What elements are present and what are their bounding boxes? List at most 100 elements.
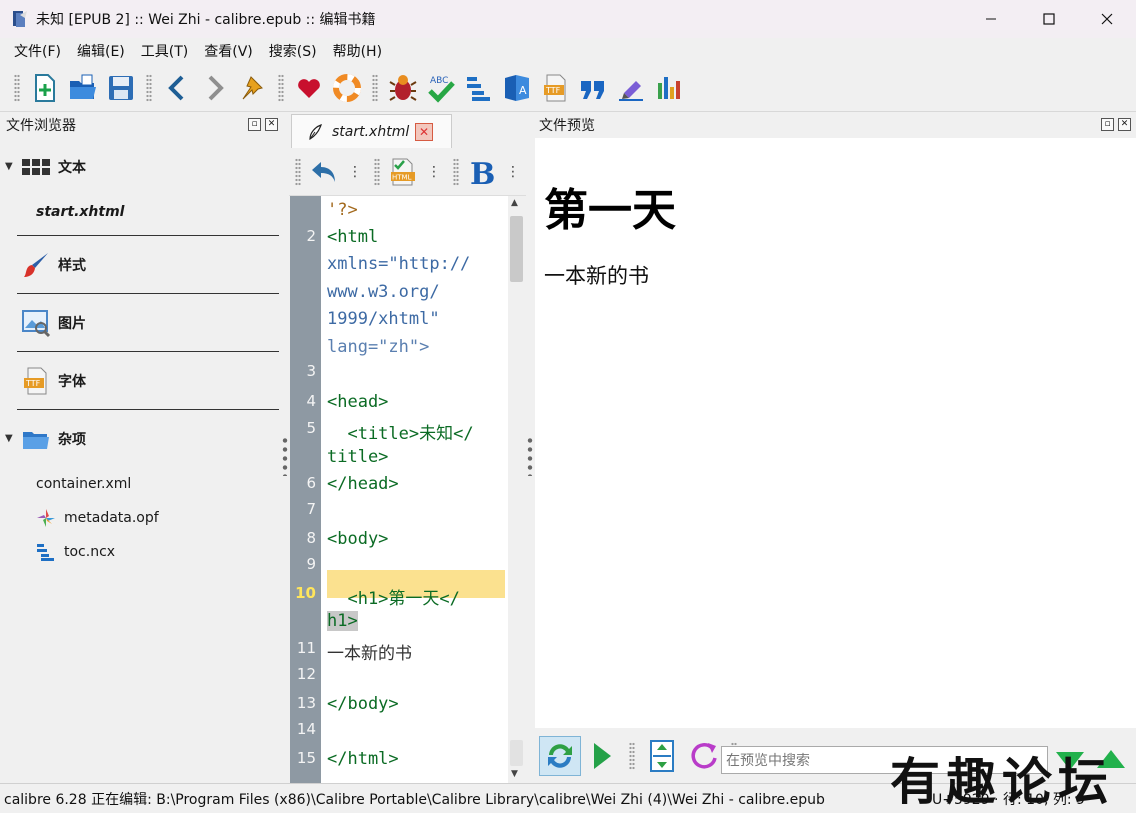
- file-browser-title: 文件浏览器: [6, 118, 76, 134]
- translate-button[interactable]: A: [498, 68, 536, 108]
- toolbar-grip[interactable]: [278, 73, 284, 102]
- split-view-button[interactable]: [641, 736, 683, 776]
- code-line: h1>: [327, 611, 358, 631]
- menu-tools[interactable]: 工具(T): [133, 41, 196, 61]
- tab-close-button[interactable]: ✕: [415, 122, 433, 141]
- fonts-button[interactable]: TTF: [536, 68, 574, 108]
- category-images[interactable]: 图片: [0, 294, 283, 351]
- file-preview-title: 文件预览: [539, 118, 595, 134]
- play-auto-reload-icon: [594, 742, 611, 769]
- menu-search[interactable]: 搜索(S): [261, 41, 325, 61]
- code-line: 14: [296, 720, 316, 738]
- html-check-icon: HTML: [391, 158, 416, 185]
- menu-edit[interactable]: 编辑(E): [69, 41, 133, 61]
- refresh-sync-icon: [548, 743, 572, 768]
- toolbar-grip[interactable]: [295, 157, 301, 186]
- edit-metadata-icon: [619, 80, 643, 101]
- code-line: 8 <body>: [306, 529, 389, 549]
- spell-check-button[interactable]: ABC: [422, 68, 460, 108]
- menu-view[interactable]: 查看(V): [196, 41, 261, 61]
- code-editor[interactable]: '?> 2 <html xmlns="http:// www.w3.org/ 1…: [290, 196, 508, 783]
- back-icon: [168, 75, 184, 100]
- toolbar-overflow-icon[interactable]: ⋮: [506, 164, 520, 180]
- images-icon: [22, 309, 51, 337]
- category-text[interactable]: ▼ 文本: [0, 138, 283, 195]
- preview-content[interactable]: 第一天 一本新的书: [535, 138, 1136, 728]
- reload-preview-button[interactable]: [683, 736, 725, 776]
- toc-button[interactable]: [460, 68, 498, 108]
- svg-text:TTF: TTF: [545, 86, 561, 95]
- menu-file[interactable]: 文件(F): [6, 41, 69, 61]
- toolbar-grip[interactable]: [629, 741, 635, 770]
- category-fonts[interactable]: TTF 字体: [0, 352, 283, 409]
- splitter-handle-right[interactable]: [527, 436, 533, 476]
- file-item-start-xhtml[interactable]: start.xhtml: [0, 195, 283, 229]
- scroll-down-arrow-icon[interactable]: ▼: [511, 769, 518, 779]
- float-panel-button[interactable]: ▫: [248, 118, 261, 131]
- toc-file-icon: [37, 544, 54, 561]
- code-line: '?>: [327, 200, 358, 220]
- styles-brush-icon: [24, 252, 48, 277]
- quotes-button[interactable]: [574, 68, 612, 108]
- reload-icon: [691, 742, 717, 768]
- toolbar-overflow-icon[interactable]: ⋮: [348, 164, 362, 180]
- float-panel-button[interactable]: ▫: [1101, 118, 1114, 131]
- code-line: 13 </body>: [296, 694, 399, 714]
- open-book-icon: [70, 74, 96, 99]
- scroll-up-arrow-icon[interactable]: ▲: [511, 198, 518, 208]
- auto-reload-button[interactable]: [581, 736, 623, 776]
- splitter-handle-left[interactable]: [282, 436, 288, 476]
- reports-button[interactable]: [650, 68, 688, 108]
- code-line: 11 一本新的书: [296, 639, 412, 664]
- category-misc[interactable]: ▼ 杂项: [0, 410, 283, 467]
- svg-text:A: A: [519, 84, 527, 97]
- html-check-button[interactable]: HTML: [386, 152, 421, 192]
- close-button[interactable]: [1078, 0, 1136, 38]
- toolbar-grip[interactable]: [14, 73, 20, 102]
- code-line: title>: [327, 447, 389, 467]
- check-book-button[interactable]: [384, 68, 422, 108]
- code-line: lang="zh">: [327, 337, 430, 357]
- maximize-button[interactable]: [1020, 0, 1078, 38]
- svg-text:ABC: ABC: [430, 76, 448, 86]
- help-button[interactable]: [328, 68, 366, 108]
- close-panel-button[interactable]: ✕: [1118, 118, 1131, 131]
- file-item-metadata-opf[interactable]: metadata.opf: [0, 501, 283, 535]
- forward-button[interactable]: [196, 68, 234, 108]
- expand-arrow-icon[interactable]: ▼: [5, 433, 13, 444]
- editor-scrollbar[interactable]: ▲ ▼: [508, 196, 525, 783]
- file-item-toc-ncx[interactable]: toc.ncx: [0, 535, 283, 569]
- editor-toolbar: ⋮ HTML ⋮ B ⋮: [289, 148, 526, 196]
- back-button[interactable]: [158, 68, 196, 108]
- scrollbar-thumb[interactable]: [510, 216, 523, 282]
- toolbar-grip[interactable]: [374, 157, 380, 186]
- expand-arrow-icon[interactable]: ▼: [5, 161, 13, 172]
- open-book-button[interactable]: [64, 68, 102, 108]
- edit-metadata-button[interactable]: [612, 68, 650, 108]
- donate-button[interactable]: [290, 68, 328, 108]
- minimize-button[interactable]: [962, 0, 1020, 38]
- code-line-current: 10 <h1>第一天</: [295, 584, 460, 609]
- save-button[interactable]: [102, 68, 140, 108]
- menu-help[interactable]: 帮助(H): [325, 41, 390, 61]
- toolbar-overflow-icon[interactable]: ⋮: [427, 164, 441, 180]
- editor-tab-start-xhtml[interactable]: start.xhtml ✕: [291, 114, 452, 148]
- close-panel-button[interactable]: ✕: [265, 118, 278, 131]
- undo-icon: [312, 161, 336, 182]
- toolbar-grip[interactable]: [146, 73, 152, 102]
- toolbar-grip[interactable]: [453, 157, 459, 186]
- category-styles[interactable]: 样式: [0, 236, 283, 293]
- menu-bar: 文件(F) 编辑(E) 工具(T) 查看(V) 搜索(S) 帮助(H): [0, 38, 1136, 64]
- title-bar: 未知 [EPUB 2] :: Wei Zhi - calibre.epub ::…: [0, 0, 1136, 38]
- file-label: start.xhtml: [36, 204, 125, 220]
- file-item-container-xml[interactable]: container.xml: [0, 467, 283, 501]
- undo-button[interactable]: [307, 152, 342, 192]
- toolbar-grip[interactable]: [372, 73, 378, 102]
- new-file-button[interactable]: [26, 68, 64, 108]
- bold-icon: B: [470, 157, 495, 187]
- checkpoint-button[interactable]: [234, 68, 272, 108]
- bold-button[interactable]: B: [465, 152, 500, 192]
- file-label: toc.ncx: [64, 544, 116, 560]
- close-icon: [1101, 13, 1113, 25]
- auto-refresh-button[interactable]: [539, 735, 581, 776]
